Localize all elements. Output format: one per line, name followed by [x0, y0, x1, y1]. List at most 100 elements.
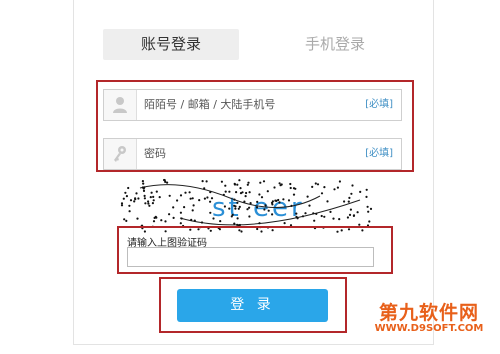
captcha-noise-dot — [172, 206, 175, 209]
tab-phone-login[interactable]: 手机登录 — [267, 29, 403, 60]
captcha-noise-dot — [134, 197, 137, 200]
captcha-input[interactable] — [127, 247, 374, 267]
captcha-noise-dot — [236, 217, 239, 220]
captcha-noise-dot — [183, 206, 186, 209]
captcha-noise-dot — [224, 190, 227, 193]
user-icon — [104, 90, 137, 120]
captcha-noise-dot — [356, 211, 359, 214]
captcha-noise-dot — [192, 204, 195, 207]
captcha-noise-dot — [304, 212, 307, 215]
captcha-noise-dot — [128, 210, 131, 213]
captcha-noise-dot — [366, 205, 369, 208]
captcha-noise-dot — [323, 186, 326, 189]
captcha-noise-dot — [141, 180, 144, 183]
captcha-noise-dot — [233, 204, 236, 207]
captcha-noise-dot — [314, 182, 317, 185]
captcha-noise-dot — [238, 179, 241, 182]
captcha-noise-dot — [172, 216, 175, 219]
account-field[interactable]: 陌陌号 / 邮箱 / 大陆手机号 [必填] — [103, 89, 402, 121]
captcha-noise-dot — [179, 194, 183, 197]
account-placeholder: 陌陌号 / 邮箱 / 大陆手机号 — [144, 98, 276, 111]
captcha-noise-dot — [148, 204, 151, 207]
captcha-noise-dot — [326, 200, 329, 203]
captcha-noise-dot — [279, 184, 282, 187]
captcha-noise-dot — [237, 207, 240, 210]
captcha-noise-dot — [209, 200, 212, 203]
captcha-noise-dot — [123, 218, 126, 221]
captcha-noise-dot — [230, 215, 233, 218]
captcha-noise-dot — [368, 220, 371, 223]
captcha-noise-dot — [308, 204, 311, 207]
password-required-tag: [必填] — [365, 148, 393, 159]
captcha-noise-dot — [233, 198, 236, 201]
password-field[interactable]: 密码 [必填] — [103, 138, 402, 170]
captcha-noise-dot — [125, 219, 128, 222]
tab-account-login[interactable]: 账号登录 — [103, 29, 239, 60]
captcha-noise-dot — [233, 183, 237, 186]
captcha-noise-dot — [150, 191, 153, 194]
captcha-noise-dot — [144, 202, 147, 205]
captcha-noise-dot — [282, 198, 285, 201]
captcha-noise-dot — [209, 211, 212, 214]
captcha-noise-dot — [147, 202, 150, 205]
captcha-noise-dot — [143, 194, 146, 197]
captcha-noise-dot — [122, 197, 125, 200]
captcha-noise-dot — [203, 187, 206, 190]
captcha-noise-dot — [180, 217, 183, 220]
captcha-noise-dot — [128, 204, 131, 207]
login-button[interactable]: 登 录 — [177, 289, 328, 322]
captcha-noise-dot — [236, 201, 239, 204]
captcha-noise-dot — [154, 215, 157, 218]
captcha-noise-dot — [306, 195, 309, 198]
captcha-noise-dot — [203, 197, 206, 200]
captcha-noise-dot — [235, 191, 238, 194]
captcha-noise-dot — [155, 190, 158, 193]
captcha-noise-dot — [258, 222, 261, 225]
captcha-noise-dot — [127, 186, 130, 190]
captcha-noise-dot — [350, 192, 353, 195]
password-placeholder: 密码 — [144, 147, 166, 160]
captcha-noise-dot — [244, 195, 247, 198]
captcha-noise-dot — [223, 205, 226, 208]
captcha-noise-dot — [142, 189, 146, 192]
captcha-noise-dot — [220, 180, 223, 183]
captcha-noise-dot — [258, 193, 261, 196]
captcha-noise-dot — [189, 197, 192, 200]
captcha-noise-dot — [295, 215, 298, 218]
captcha-noise-dot — [243, 200, 246, 203]
captcha-noise-dot — [315, 212, 318, 215]
captcha-noise-dot — [200, 221, 204, 224]
captcha-noise-dot — [193, 219, 196, 222]
captcha-noise-dot — [311, 185, 314, 188]
captcha-noise-dot — [152, 195, 155, 198]
captcha-noise-dot — [287, 199, 291, 202]
captcha-noise-dot — [273, 186, 276, 189]
captcha-noise-dot — [369, 207, 373, 210]
captcha-noise-dot — [163, 179, 166, 182]
captcha-noise-dot — [179, 222, 182, 225]
captcha-noise-dot — [329, 210, 332, 213]
captcha-noise-dot — [191, 209, 194, 212]
captcha-noise-dot — [152, 199, 155, 202]
captcha-noise-dot — [228, 190, 231, 193]
captcha-noise-dot — [212, 217, 215, 220]
captcha-noise-dot — [120, 202, 124, 205]
captcha-noise-dot — [209, 191, 212, 194]
captcha-noise-dot — [168, 194, 171, 197]
captcha-noise-dot — [301, 215, 305, 218]
captcha-noise-dot — [333, 188, 336, 191]
captcha-noise-dot — [205, 180, 208, 183]
captcha-noise-dot — [149, 196, 152, 199]
captcha-noise-dot — [267, 209, 270, 212]
captcha-noise-dot — [247, 181, 250, 184]
captcha-noise-dot — [246, 183, 249, 186]
watermark-logo: 第九软件网 WWW.D9SOFT.COM — [360, 298, 498, 348]
captcha-noise-dot — [256, 200, 259, 203]
captcha-noise-dot — [336, 186, 339, 189]
captcha-noise-dot — [320, 192, 324, 195]
captcha-noise-dot — [158, 196, 161, 199]
captcha-noise-dot — [135, 192, 138, 195]
captcha-noise-dot — [228, 207, 231, 210]
captcha-noise-dot — [147, 200, 150, 203]
account-required-tag: [必填] — [365, 99, 393, 110]
